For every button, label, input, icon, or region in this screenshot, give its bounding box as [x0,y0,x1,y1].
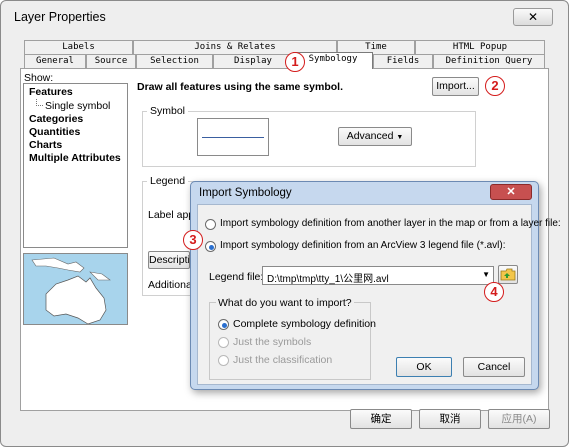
tab-general[interactable]: General [24,54,86,68]
dropdown-arrow-icon: ▼ [396,134,404,141]
close-icon: ✕ [506,186,516,198]
option-complete-label: Complete symbology definition [233,318,376,330]
close-icon: ✕ [527,10,539,24]
dialog-ok-button[interactable]: OK [396,357,452,377]
browse-folder-button[interactable] [498,265,518,284]
callout-3-icon: 3 [183,230,203,250]
symbol-swatch[interactable] [197,118,269,156]
dialog-title: Import Symbology [199,187,292,199]
tab-fields[interactable]: Fields [373,54,433,68]
callout-4-icon: 4 [484,282,504,302]
option-avl-label: Import symbology definition from an ArcV… [220,240,506,251]
radio-complete-definition[interactable] [218,319,229,330]
show-item-categories[interactable]: Categories [24,113,127,126]
tab-definition-query[interactable]: Definition Query [433,54,545,68]
legend-group-label: Legend [147,175,189,187]
show-item-multiple-attributes[interactable]: Multiple Attributes [24,152,127,165]
dialog-close-button[interactable]: ✕ [490,184,532,200]
line-symbol [202,137,264,138]
tab-display[interactable]: Display [213,54,293,68]
additional-label: Additional [148,279,195,291]
radio-just-classification[interactable] [218,355,229,366]
option-symbols-label: Just the symbols [233,336,312,348]
show-item-features[interactable]: Features [24,86,127,99]
show-item-quantities[interactable]: Quantities [24,126,127,139]
dropdown-arrow-icon[interactable]: ▼ [482,270,490,279]
legend-file-label: Legend file: [209,271,264,283]
cancel-button[interactable]: 取消 [419,409,481,429]
option-layer-label: Import symbology definition from another… [220,218,561,229]
tab-selection[interactable]: Selection [136,54,213,68]
radio-import-from-avl[interactable] [205,241,216,252]
symbol-group [142,111,476,167]
window-title: Layer Properties [14,10,106,24]
tab-html-popup[interactable]: HTML Popup [415,40,545,54]
advanced-button[interactable]: Advanced ▼ [338,127,412,146]
callout-1-icon: 1 [285,52,305,72]
show-list[interactable]: Features Single symbol Categories Quanti… [23,83,128,248]
apply-button[interactable]: 应用(A) [488,409,550,429]
show-item-single-symbol[interactable]: Single symbol [24,99,127,113]
tab-symbology[interactable]: Symbology [293,52,373,69]
radio-just-symbols[interactable] [218,337,229,348]
legend-file-input[interactable]: D:\tmp\tmp\tty_1\公里网.avl ▼ [262,266,494,285]
dialog-cancel-button[interactable]: Cancel [463,357,525,377]
tab-source[interactable]: Source [86,54,136,68]
symbol-group-label: Symbol [147,105,189,117]
show-item-charts[interactable]: Charts [24,139,127,152]
callout-2-icon: 2 [485,76,505,96]
dialog-body: Import symbology definition from another… [197,204,561,385]
import-question: What do you want to import? [216,297,354,309]
preview-map-image [23,253,128,325]
window-close-button[interactable]: ✕ [513,8,553,26]
tab-labels[interactable]: Labels [24,40,133,54]
description-button[interactable]: Descripti [148,251,190,269]
ok-button[interactable]: 确定 [350,409,412,429]
symbology-heading: Draw all features using the same symbol. [137,81,343,93]
import-button[interactable]: Import... [432,77,479,96]
option-classification-label: Just the classification [233,354,333,366]
radio-import-from-layer[interactable] [205,219,216,230]
folder-icon [500,268,516,281]
